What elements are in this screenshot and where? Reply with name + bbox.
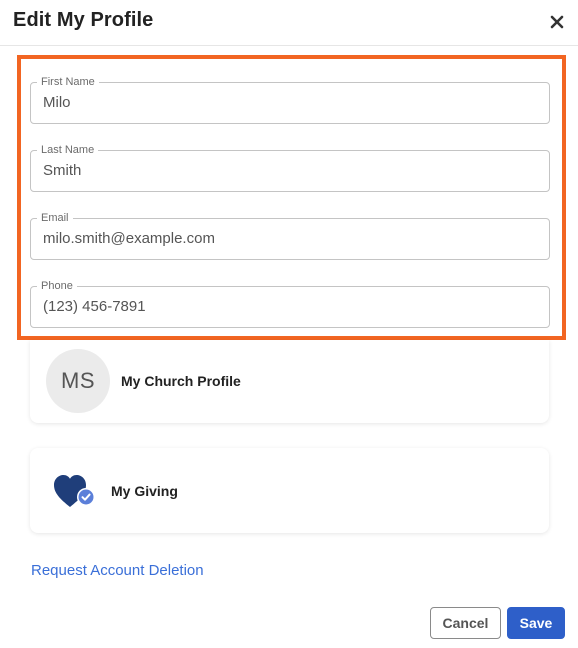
edit-profile-dialog: Edit My Profile First Name Last Name Ema… (0, 0, 578, 648)
avatar: MS (46, 349, 110, 413)
heart-check-icon (54, 475, 95, 507)
phone-field: Phone (30, 279, 550, 328)
dialog-header: Edit My Profile (0, 0, 578, 46)
phone-label: Phone (37, 279, 77, 293)
cancel-button[interactable]: Cancel (430, 607, 501, 639)
church-profile-label: My Church Profile (121, 373, 241, 389)
save-button[interactable]: Save (507, 607, 565, 639)
last-name-input[interactable] (43, 162, 523, 180)
dialog-title: Edit My Profile (13, 9, 154, 31)
giving-label: My Giving (111, 483, 178, 499)
church-profile-card[interactable]: MS My Church Profile (30, 340, 549, 423)
email-input[interactable] (43, 230, 523, 248)
last-name-field: Last Name (30, 143, 550, 192)
first-name-input[interactable] (43, 94, 523, 112)
request-account-deletion-link[interactable]: Request Account Deletion (31, 562, 204, 579)
close-icon (550, 15, 564, 29)
close-button[interactable] (548, 13, 566, 31)
email-label: Email (37, 211, 73, 225)
giving-card[interactable]: My Giving (30, 448, 549, 533)
first-name-label: First Name (37, 75, 99, 89)
email-field: Email (30, 211, 550, 260)
first-name-field: First Name (30, 75, 550, 124)
last-name-label: Last Name (37, 143, 99, 157)
phone-input[interactable] (43, 298, 523, 316)
